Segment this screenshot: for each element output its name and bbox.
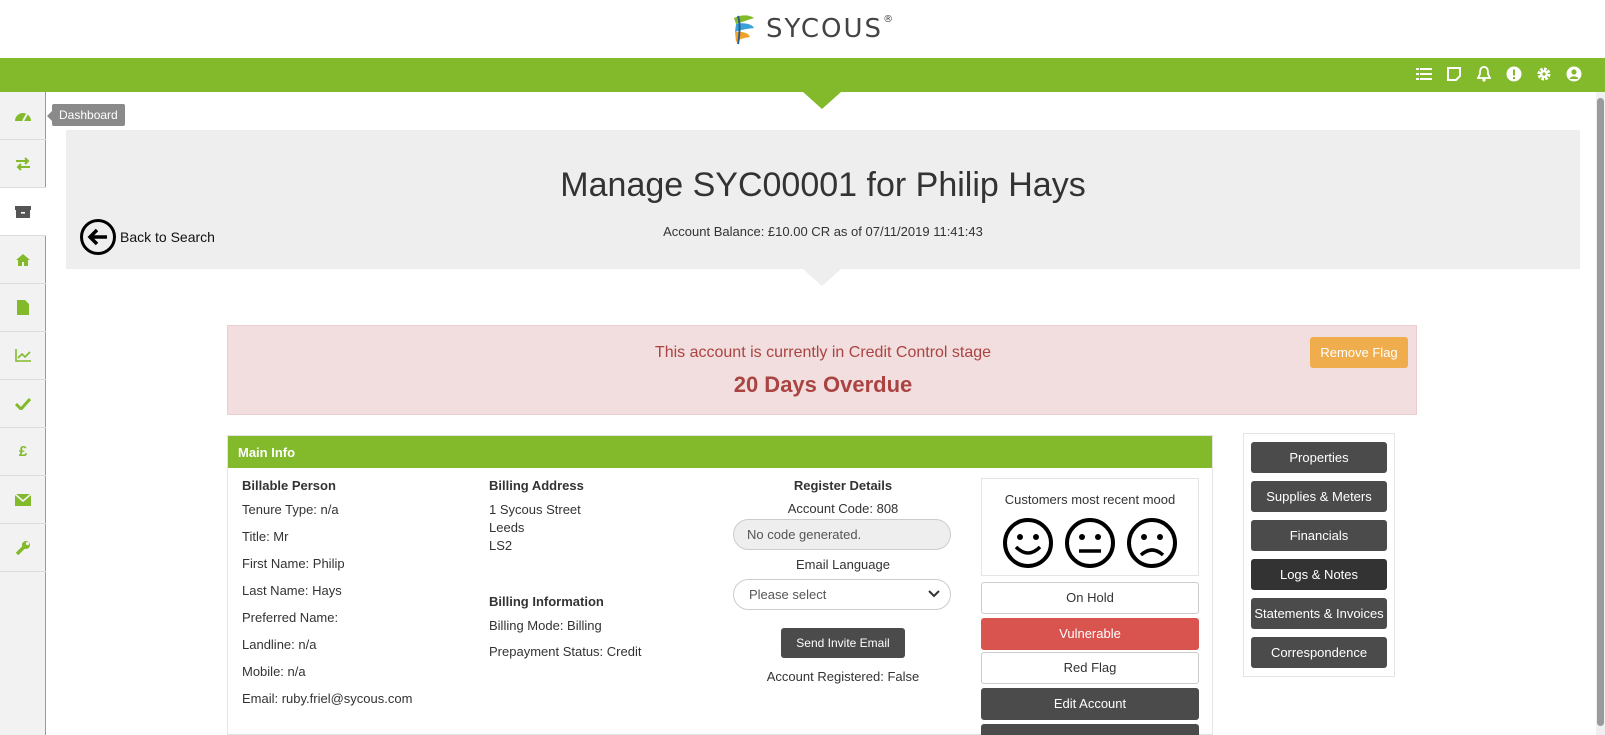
preferred-name: Preferred Name: bbox=[242, 610, 339, 625]
top-icon-group bbox=[1415, 65, 1583, 83]
sidebar-item-dashboard[interactable] bbox=[0, 92, 46, 140]
credit-control-alert: This account is currently in Credit Cont… bbox=[227, 325, 1417, 415]
nav-financials-button[interactable]: Financials bbox=[1251, 520, 1387, 551]
email-language-label: Email Language bbox=[796, 557, 890, 572]
sidebar-item-tasks[interactable] bbox=[0, 380, 46, 428]
user-icon[interactable] bbox=[1565, 65, 1583, 83]
sidebar-item-properties[interactable] bbox=[0, 236, 46, 284]
back-arrow-icon bbox=[80, 219, 116, 255]
nav-pointer bbox=[803, 92, 841, 109]
account-header: Manage SYC00001 for Philip Hays Account … bbox=[66, 130, 1580, 269]
billing-address-section: Billing Address 1 Sycous Street Leeds LS… bbox=[489, 478, 641, 659]
main-info-panel: Main Info Billable Person Tenure Type: n… bbox=[227, 435, 1213, 735]
register-details-section: Register Details Account Code: 808 No co… bbox=[733, 478, 953, 684]
back-to-search-label: Back to Search bbox=[120, 229, 215, 245]
red-flag-button[interactable]: Red Flag bbox=[981, 652, 1199, 684]
alert-status: 20 Days Overdue bbox=[733, 372, 913, 397]
account-code: Account Code: 808 bbox=[787, 501, 899, 516]
email: Email: ruby.friel@sycous.com bbox=[242, 691, 413, 706]
scrollbar-thumb[interactable] bbox=[1597, 98, 1604, 726]
account-section-nav: Properties Supplies & Meters Financials … bbox=[1243, 433, 1395, 677]
sidebar-item-documents[interactable] bbox=[0, 284, 46, 332]
last-name: Last Name: Hays bbox=[242, 583, 342, 598]
list-icon[interactable] bbox=[1415, 65, 1433, 83]
document-icon bbox=[17, 300, 29, 315]
edit-account-button[interactable]: Edit Account bbox=[981, 688, 1199, 720]
page-title: Manage SYC00001 for Philip Hays bbox=[560, 166, 1086, 204]
alert-message: This account is currently in Credit Cont… bbox=[654, 344, 992, 361]
alert-icon[interactable] bbox=[1505, 65, 1523, 83]
nav-logs-notes-button[interactable]: Logs & Notes bbox=[1251, 559, 1387, 590]
tenure-type: Tenure Type: n/a bbox=[242, 502, 339, 517]
prepayment-status: Prepayment Status: Credit bbox=[489, 644, 642, 659]
back-to-search-link[interactable]: Back to Search bbox=[80, 219, 215, 255]
sidebar-item-accounts[interactable] bbox=[0, 188, 46, 236]
title-field: Title: Mr bbox=[242, 529, 289, 544]
address-line-2: Leeds bbox=[489, 520, 525, 535]
home-icon bbox=[16, 253, 30, 266]
wrench-icon bbox=[15, 540, 30, 555]
email-language-value: Please select bbox=[749, 587, 827, 602]
billable-person-section: Billable Person Tenure Type: n/a Title: … bbox=[242, 478, 412, 718]
email-language-select[interactable]: Please select bbox=[733, 579, 951, 610]
transfer-icon bbox=[16, 156, 30, 171]
account-balance: Account Balance: £10.00 CR as of 07/11/2… bbox=[663, 224, 983, 239]
sidebar-item-transfers[interactable] bbox=[0, 140, 46, 188]
pound-icon: £ bbox=[18, 443, 28, 460]
note-icon[interactable] bbox=[1445, 65, 1463, 83]
billable-person-heading: Billable Person bbox=[242, 478, 336, 493]
more-actions-button[interactable] bbox=[981, 724, 1199, 735]
sidebar-tooltip: Dashboard bbox=[47, 104, 125, 126]
mood-title: Customers most recent mood bbox=[1004, 492, 1176, 507]
sidebar-item-mail[interactable] bbox=[0, 476, 46, 524]
nav-correspondence-button[interactable]: Correspondence bbox=[1251, 637, 1387, 668]
page-scrollbar[interactable] bbox=[1596, 92, 1605, 735]
sidebar-item-tools[interactable] bbox=[0, 524, 46, 572]
archive-icon bbox=[15, 205, 31, 218]
first-name: First Name: Philip bbox=[242, 556, 345, 571]
neutral-face-icon[interactable] bbox=[1064, 517, 1116, 569]
customer-mood-panel: Customers most recent mood bbox=[981, 478, 1199, 576]
sidebar-item-reports[interactable] bbox=[0, 332, 46, 380]
sycous-logo-icon bbox=[733, 15, 754, 45]
billing-mode: Billing Mode: Billing bbox=[489, 618, 602, 633]
landline: Landline: n/a bbox=[242, 637, 317, 652]
on-hold-button[interactable]: On Hold bbox=[981, 582, 1199, 614]
sad-face-icon[interactable] bbox=[1126, 517, 1178, 569]
mobile: Mobile: n/a bbox=[242, 664, 306, 679]
vulnerable-button[interactable]: Vulnerable bbox=[981, 618, 1199, 650]
brand-logo[interactable]: SYCOUS® bbox=[728, 12, 895, 46]
top-nav-bar bbox=[0, 58, 1605, 109]
billing-address-lines: 1 Sycous Street Leeds LS2 bbox=[489, 502, 641, 556]
address-line-1: 1 Sycous Street bbox=[489, 502, 581, 517]
nav-properties-button[interactable]: Properties bbox=[1251, 442, 1387, 473]
code-status-field: No code generated. bbox=[733, 519, 951, 550]
happy-face-icon[interactable] bbox=[1002, 517, 1054, 569]
address-line-3: LS2 bbox=[489, 538, 513, 553]
header-pointer bbox=[803, 269, 841, 286]
sidebar: £ bbox=[0, 92, 46, 735]
dashboard-icon bbox=[15, 112, 31, 121]
remove-flag-button[interactable]: Remove Flag bbox=[1310, 337, 1408, 368]
billing-information-heading: Billing Information bbox=[489, 594, 604, 609]
check-icon bbox=[15, 397, 31, 410]
bell-icon[interactable] bbox=[1475, 65, 1493, 83]
account-registered: Account Registered: False bbox=[766, 669, 920, 684]
nav-statements-invoices-button[interactable]: Statements & Invoices bbox=[1251, 598, 1387, 629]
register-details-heading: Register Details bbox=[793, 478, 893, 493]
logo-bar: SYCOUS® bbox=[0, 0, 1605, 58]
mail-icon bbox=[15, 493, 31, 506]
chevron-down-icon bbox=[928, 580, 940, 609]
sidebar-item-finance[interactable]: £ bbox=[0, 428, 46, 476]
nav-supplies-meters-button[interactable]: Supplies & Meters bbox=[1251, 481, 1387, 512]
send-invite-email-button[interactable]: Send Invite Email bbox=[781, 628, 905, 658]
main-info-heading: Main Info bbox=[228, 436, 1212, 468]
mood-faces bbox=[982, 517, 1198, 569]
gear-icon[interactable] bbox=[1535, 65, 1553, 83]
chart-icon bbox=[15, 349, 31, 362]
brand-name: SYCOUS® bbox=[765, 14, 896, 44]
billing-address-heading: Billing Address bbox=[489, 478, 584, 493]
